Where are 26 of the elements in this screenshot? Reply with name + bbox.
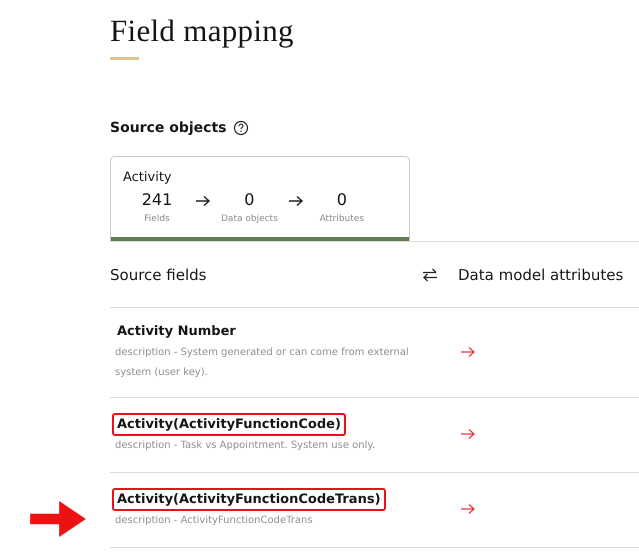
field-name: Activity Number (116, 323, 237, 341)
field-name: Activity(ActivityFunctionCodeTrans) (112, 488, 386, 510)
arrow-right-icon (460, 428, 476, 440)
title-underline (110, 57, 139, 60)
field-description: description - Task vs Appointment. System use only. (115, 438, 376, 452)
field-description: description - System generated or can come from external system (user key). (115, 346, 410, 380)
stat-label: Data objects (221, 214, 278, 224)
source-object-card[interactable]: Activity 241 Fields 0 Data objects 0 Attributes (110, 156, 410, 241)
column-header: Data model attributes (458, 266, 624, 284)
page-title: Field mapping (110, 12, 295, 49)
field-description: description - ActivityFunctionCodeTrans (115, 514, 314, 528)
field-name: Activity(ActivityFunctionCode) (112, 412, 346, 436)
stat-value: 241 (142, 189, 172, 211)
object-name: Activity (123, 170, 173, 185)
help-icon (232, 120, 248, 136)
section-heading: Source objects (110, 120, 226, 136)
stat-label: Fields (144, 214, 170, 224)
arrow-right-icon (460, 503, 476, 515)
stat-value: 0 (244, 189, 254, 211)
arrow-right-icon (460, 346, 476, 358)
arrow-right-icon (195, 195, 211, 207)
stat-label: Attributes (320, 214, 364, 224)
swap-arrows-icon (422, 268, 438, 282)
stat-value: 0 (336, 189, 347, 211)
column-header: Source fields (110, 266, 208, 284)
arrow-right-icon (288, 195, 304, 207)
